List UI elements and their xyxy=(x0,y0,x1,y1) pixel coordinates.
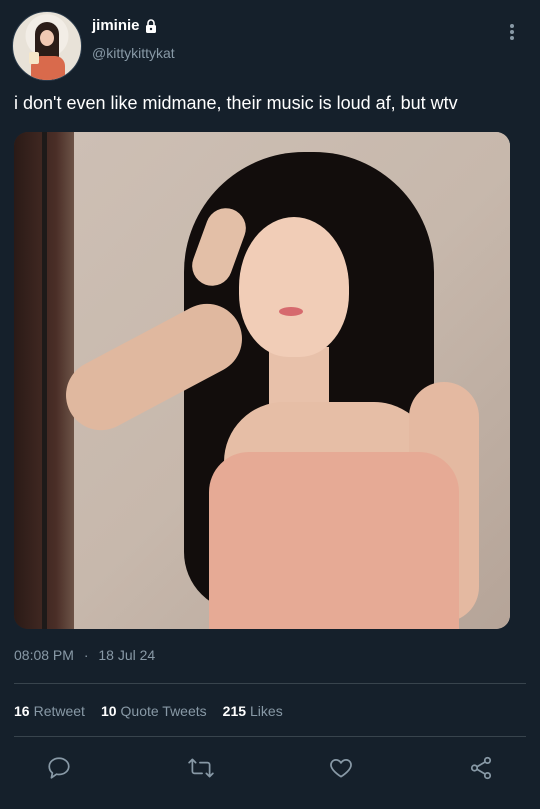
tweet-actions xyxy=(0,750,540,790)
share-icon[interactable] xyxy=(466,750,496,786)
likes-count: 215 xyxy=(222,703,247,719)
likes-stat[interactable]: 215 Likes xyxy=(223,703,283,719)
name-row: jiminie xyxy=(92,17,158,34)
tweet-time[interactable]: 08:08 PM xyxy=(14,647,74,663)
heart-icon[interactable] xyxy=(326,750,356,786)
tweet-text: i don't even like midmane, their music i… xyxy=(14,93,458,113)
user-handle[interactable]: @kittykittykat xyxy=(92,45,175,61)
retweets-count: 16 xyxy=(14,703,30,719)
quotes-count: 10 xyxy=(100,703,117,719)
tweet-photo[interactable] xyxy=(14,132,510,629)
retweets-stat[interactable]: 16 Retweet xyxy=(14,703,85,719)
likes-label: Likes xyxy=(250,703,283,719)
lock-icon xyxy=(144,18,158,33)
meta-separator: · xyxy=(83,647,89,663)
quotes-stat[interactable]: 10 Quote Tweets xyxy=(101,703,207,719)
divider xyxy=(14,683,526,684)
retweets-label: Retweet xyxy=(33,703,85,719)
retweet-icon[interactable] xyxy=(186,750,216,786)
tweet-timestamp: 08:08 PM · 18 Jul 24 xyxy=(14,647,155,663)
tweet-header: jiminie @kittykittykat xyxy=(0,0,540,81)
more-vertical-icon[interactable] xyxy=(505,22,519,44)
avatar[interactable] xyxy=(12,11,82,81)
quotes-label: Quote Tweets xyxy=(120,703,207,719)
divider xyxy=(14,736,526,737)
display-name[interactable]: jiminie xyxy=(92,17,140,34)
tweet-date[interactable]: 18 Jul 24 xyxy=(98,647,155,663)
reply-icon[interactable] xyxy=(44,750,74,786)
tweet-stats: 16 Retweet 10 Quote Tweets 215 Likes xyxy=(14,703,299,719)
